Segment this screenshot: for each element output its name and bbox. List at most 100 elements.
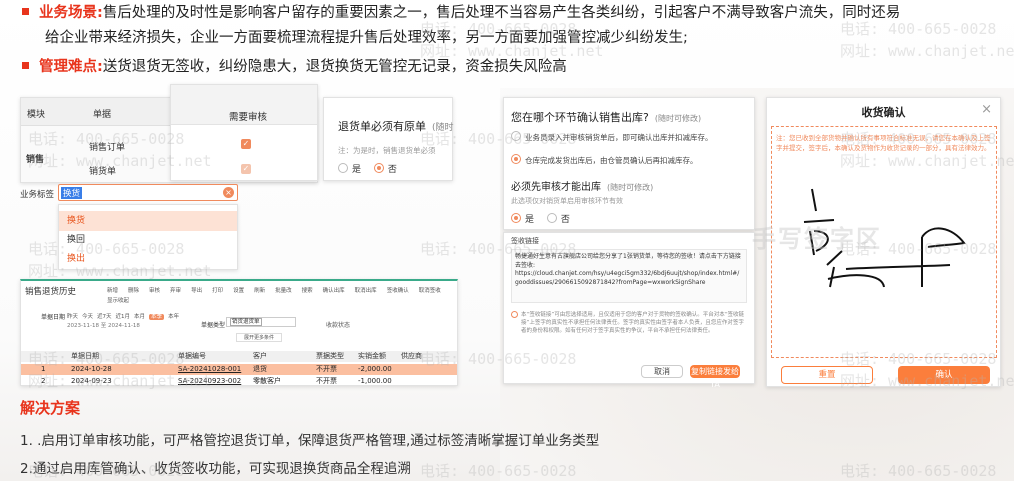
- close-icon[interactable]: ×: [981, 102, 992, 117]
- tag-options-list: 换货 换回 换出: [58, 204, 238, 270]
- sign-setting-title: 必须先审核才能出库 (随时可修改): [511, 178, 653, 193]
- tag-option-exchange[interactable]: 换货: [59, 211, 237, 231]
- return-original-setting: 退货单必须有原单 (随时 注：为是时，销售退货单必须 是 否: [323, 97, 454, 181]
- toolbar-unsign[interactable]: 取消签收: [419, 288, 441, 294]
- row-invoice: 不开票: [316, 377, 337, 385]
- review-sales-order-checkbox[interactable]: ✓: [241, 139, 251, 149]
- radio-no[interactable]: [373, 163, 384, 173]
- date-opt-7days[interactable]: 近7天: [97, 314, 112, 320]
- radio-no-label: 否: [387, 165, 397, 175]
- date-opt-quarter[interactable]: 本季: [149, 314, 165, 320]
- row-code-link[interactable]: SA-20241028-001: [178, 364, 241, 375]
- expand-more-button[interactable]: 展开更多条件: [236, 333, 282, 342]
- date-opt-yesterday[interactable]: 昨天: [67, 314, 78, 320]
- table-row[interactable]: 2 2024-09-23 SA-20240923-002 零散客户 不开票 -1…: [21, 376, 457, 387]
- col-review: 需要审核: [229, 112, 268, 123]
- radio-opt-2[interactable]: [511, 154, 521, 164]
- opt-2-label: 仓库完成发货出库后，由仓管员确认后再扣减库存。: [525, 156, 698, 165]
- radio-opt-1[interactable]: [511, 131, 521, 141]
- row-amount: -2,000.00: [358, 365, 392, 373]
- toolbar-sign[interactable]: 签收确认: [387, 288, 409, 294]
- tag-selected-value: 换货: [61, 187, 83, 199]
- toolbar-audit[interactable]: 审核: [149, 288, 160, 294]
- table-row[interactable]: 1 2024-10-28 SA-20241028-001 退货 不开票 -2,0…: [21, 364, 457, 375]
- toolbar-print[interactable]: 打印: [212, 288, 223, 294]
- radio-yes[interactable]: [338, 163, 348, 173]
- toolbar-cancel-out[interactable]: 取消出库: [355, 288, 377, 294]
- sign-link-dialog: 签收链接 畅捷通好生意有古旗舰店公司给您分享了1张销货单，等待您的签收！请点击下…: [503, 232, 755, 389]
- receipt-title: 收货确认: [861, 106, 906, 119]
- sales-confirm-panel: 您在哪个环节确认销售出库? (随时可修改) 业务员录入并审核销货单后，即可确认出库…: [503, 97, 755, 230]
- opt-1-label: 业务员录入并审核销货单后，即可确认出库并扣减库存。: [525, 133, 713, 142]
- difficulty-line: 管理难点:送货退货无签收，纠纷隐患大，退货换货无管控无记录，资金损失风险高: [22, 55, 567, 79]
- th-amount[interactable]: 实销金额: [358, 351, 386, 362]
- sales-confirm-title-text: 您在哪个环节确认销售出库?: [511, 111, 649, 124]
- sign-link-url[interactable]: https://cloud.chanjet.com/hsy/u4egci5gm3…: [515, 270, 743, 287]
- bullet-square-icon: [22, 62, 29, 69]
- receipt-confirm-dialog: 收货确认 × 注：您已收到全部货物并确认所有事项符合标准无误，请您在本确认及上签…: [752, 97, 1001, 387]
- th-supplier[interactable]: 供应商: [401, 351, 422, 362]
- return-original-title: 退货单必须有原单 (随时: [338, 118, 454, 134]
- date-opt-thismonth[interactable]: 本月: [134, 314, 145, 320]
- th-date[interactable]: 单据日期: [71, 351, 99, 362]
- cancel-button[interactable]: 取消: [641, 365, 683, 378]
- filter-date-range: 2023-11-18 至 2024-11-18: [67, 323, 140, 329]
- radio-sign-no[interactable]: [546, 213, 557, 223]
- toolbar-add[interactable]: 新增: [107, 288, 118, 294]
- filter-type-label: 单据类型: [201, 322, 226, 329]
- date-opt-1month[interactable]: 近1月: [116, 314, 131, 320]
- signature-area[interactable]: 注：您已收到全部货物并确认所有事项符合标准无误，请您在本确认及上签字并提交，签字…: [752, 126, 997, 358]
- review-column-panel: 需要审核 ✓ ✓: [170, 84, 318, 181]
- row-customer: 退货: [253, 365, 267, 373]
- sales-confirm-title: 您在哪个环节确认销售出库? (随时可修改): [511, 109, 701, 125]
- row-date: 2024-10-28: [71, 365, 112, 373]
- toolbar-settings[interactable]: 设置: [233, 288, 244, 294]
- copy-link-button[interactable]: 复制链接发给TA: [690, 365, 740, 389]
- toolbar-delete[interactable]: 删除: [128, 288, 139, 294]
- clear-circle-icon[interactable]: ×: [223, 187, 234, 198]
- sign-link-title: 签收链接: [511, 237, 539, 245]
- row-no: 2: [41, 377, 46, 385]
- th-customer[interactable]: 客户: [253, 351, 267, 362]
- sign-link-content: 畅捷通好生意有古旗舰店公司给您分享了1张销货单，等待您的签收！请点击下方链接去签…: [515, 253, 741, 269]
- row-date: 2024-09-23: [71, 377, 112, 385]
- sign-setting-options: 是 否: [511, 212, 570, 225]
- tag-option-exchange-back[interactable]: 换回: [59, 230, 237, 250]
- confirm-button[interactable]: 确认: [898, 366, 990, 384]
- tag-label: 业务标签: [20, 190, 55, 200]
- toolbar-refresh[interactable]: 刷新: [254, 288, 265, 294]
- toolbar-export[interactable]: 导出: [191, 288, 202, 294]
- doc-sales-order: 销售订单: [89, 143, 126, 153]
- module-sales: 销售: [26, 155, 45, 165]
- reset-button[interactable]: 重置: [781, 366, 873, 384]
- toolbar-confirm-out[interactable]: 确认出库: [323, 288, 345, 294]
- sales-confirm-option-1[interactable]: 业务员录入并审核销货单后，即可确认出库并扣减库存。: [511, 131, 713, 143]
- sales-confirm-option-2[interactable]: 仓库完成发货出库后，由仓管员确认后再扣减库存。: [511, 154, 698, 166]
- return-title-suffix: (随时: [432, 123, 454, 133]
- toolbar-search[interactable]: 搜索: [302, 288, 313, 294]
- date-opt-year[interactable]: 本年: [168, 314, 179, 320]
- tag-option-exchange-out[interactable]: 换出: [59, 249, 237, 269]
- toolbar-extra[interactable]: 显示收起: [107, 296, 129, 304]
- date-opt-today[interactable]: 今天: [82, 314, 93, 320]
- tag-dropdown-widget: 业务标签 换货 × 换货 换回 换出: [20, 184, 238, 270]
- history-toolbar: 新增 删除 审核 弃审 导出 打印 设置 刷新 批量改 搜索 确认出库 取消出库 签收确认 取消签收: [107, 286, 457, 296]
- row-code-link[interactable]: SA-20240923-002: [178, 376, 241, 387]
- history-table-header: 单据日期 单据编号 客户 票据类型 实销金额 供应商: [21, 351, 457, 362]
- tag-select[interactable]: 换货 ×: [58, 184, 238, 201]
- toolbar-batch[interactable]: 批量改: [275, 288, 292, 294]
- sign-link-notice: 本“签收链接”可由您选择适用，且仅适用于您的客户对于货物的签收确认。平台对本“签…: [511, 311, 747, 335]
- sign-link-box[interactable]: 畅捷通好生意有古旗舰店公司给您分享了1张销货单，等待您的签收！请点击下方链接去签…: [511, 249, 747, 303]
- th-invoice[interactable]: 票据类型: [316, 351, 344, 362]
- toolbar-unaudit[interactable]: 弃审: [170, 288, 181, 294]
- difficulty-text: 送货退货无签收，纠纷隐患大，退货换货无管控无记录，资金损失风险高: [102, 59, 567, 75]
- bullet-square-icon: [22, 8, 29, 15]
- info-circle-icon: [511, 311, 518, 318]
- filter-type-select[interactable]: 销货退货单: [226, 317, 296, 327]
- history-title: 销售退货历史: [25, 287, 77, 297]
- th-code[interactable]: 单据编号: [178, 351, 206, 362]
- radio-sign-yes[interactable]: [511, 213, 521, 223]
- scene-text-1: 售后处理的及时性是影响客户留存的重要因素之一，售后处理不当容易产生各类纠纷，引起…: [102, 5, 901, 21]
- review-sales-delivery-checkbox[interactable]: ✓: [241, 164, 251, 174]
- sign-yes-label: 是: [525, 215, 535, 225]
